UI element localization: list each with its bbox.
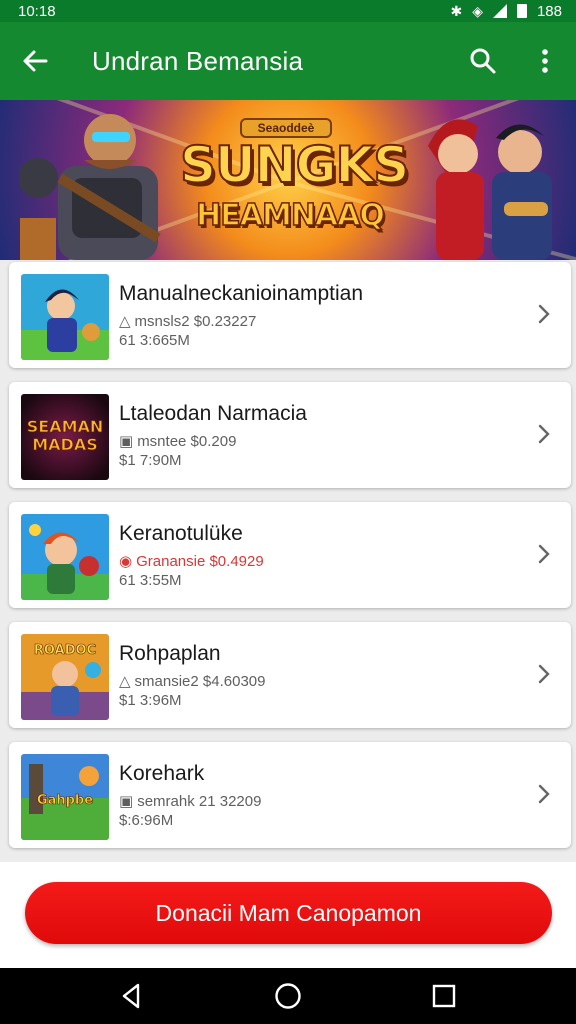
game-art-image — [21, 514, 109, 600]
game-title: Keranotulüke — [119, 522, 243, 545]
tag-icon: △ — [119, 673, 131, 690]
list-item[interactable]: Gahpbe Korehark ▣ semrahk 21 32209 $:6:9… — [9, 742, 571, 848]
game-size: $1 7:90M — [119, 452, 182, 469]
game-thumbnail: ROADOC — [21, 634, 109, 720]
back-arrow-icon — [23, 50, 48, 72]
game-price: Granansie $0.4929 — [136, 552, 264, 570]
game-price: smansie2 $4.60309 — [134, 672, 266, 690]
list-item[interactable]: Manualneckanioinamptian △ msnsls2 $0.232… — [9, 262, 571, 368]
chevron-right-icon — [538, 544, 550, 564]
bluetooth-icon: ✱ — [450, 3, 463, 19]
signal-icon — [492, 4, 507, 18]
footer: Donacii Mam Canopamon — [0, 862, 576, 968]
game-meta: ▣ msntee $0.209 — [119, 432, 237, 451]
game-size: 61 3:665M — [119, 332, 190, 349]
svg-text:ROADOC: ROADOC — [34, 643, 96, 658]
warning-icon: △ — [119, 313, 131, 330]
game-price: msntee $0.209 — [137, 432, 237, 450]
game-price: semrahk 21 32209 — [137, 792, 262, 810]
list-item[interactable]: Keranotulüke ◉ Granansie $0.4929 61 3:55… — [9, 502, 571, 608]
game-thumbnail — [21, 514, 109, 600]
banner-title-line2: HEAMNAAQ — [195, 197, 385, 234]
more-vert-icon — [542, 49, 548, 73]
game-size: $1 3:96M — [119, 692, 182, 709]
game-meta: ◉ Granansie $0.4929 — [119, 552, 264, 571]
game-thumbnail: SEAMAN MADAS — [21, 394, 109, 480]
warrior-character-image — [20, 114, 161, 260]
primary-action-button[interactable]: Donacii Mam Canopamon — [25, 882, 552, 944]
price-tag-icon: ◉ — [119, 553, 133, 570]
system-nav-bar — [0, 968, 576, 1024]
game-price: msnsls2 $0.23227 — [134, 312, 257, 330]
game-art-image: ROADOC — [21, 634, 109, 720]
promo-banner[interactable]: Seaoddeè SUNGKS HEAMNAAQ — [0, 100, 576, 260]
game-art-image — [21, 274, 109, 360]
nav-recents-icon[interactable] — [428, 980, 460, 1012]
lock-icon: ▣ — [119, 433, 134, 450]
game-thumbnail — [21, 274, 109, 360]
battery-level: 188 — [536, 2, 562, 20]
nav-home-icon[interactable] — [272, 980, 304, 1012]
nav-back-icon[interactable] — [116, 980, 148, 1012]
search-button[interactable] — [452, 22, 514, 100]
game-title: Ltaleodan Narmacia — [119, 402, 307, 425]
overflow-menu-button[interactable] — [514, 22, 576, 100]
game-thumbnail: Gahpbe — [21, 754, 109, 840]
game-meta: ▣ semrahk 21 32209 — [119, 792, 262, 811]
app-bar: Undran Bemansia — [0, 22, 576, 100]
banner-title: SUNGKS — [179, 135, 410, 195]
game-title: Korehark — [119, 762, 205, 785]
list-item[interactable]: SEAMAN MADAS Ltaleodan Narmacia ▣ msntee… — [9, 382, 571, 488]
banner-subtitle: Seaoddeè — [240, 118, 332, 138]
nfc-icon: ◈ — [472, 3, 483, 19]
battery-icon — [516, 4, 527, 18]
lock-icon: ▣ — [119, 793, 134, 810]
game-size: 61 3:55M — [119, 572, 182, 589]
search-icon — [470, 48, 496, 74]
back-button[interactable] — [0, 22, 70, 100]
game-title: Manualneckanioinamptian — [119, 282, 363, 305]
game-meta: △ msnsls2 $0.23227 — [119, 312, 257, 331]
heroes-character-image — [428, 119, 552, 260]
status-bar: 10:18 ✱ ◈ 188 — [0, 0, 576, 22]
game-meta: △ smansie2 $4.60309 — [119, 672, 266, 691]
chevron-right-icon — [538, 424, 550, 444]
svg-text:MADAS: MADAS — [32, 435, 98, 454]
chevron-right-icon — [538, 664, 550, 684]
list-item[interactable]: ROADOC Rohpaplan △ smansie2 $4.60309 $1 … — [9, 622, 571, 728]
game-size: $:6:96M — [119, 812, 174, 829]
game-title: Rohpaplan — [119, 642, 221, 665]
game-art-image: SEAMAN MADAS — [21, 394, 109, 480]
chevron-right-icon — [538, 784, 550, 804]
status-time: 10:18 — [18, 2, 56, 20]
page-title: Undran Bemansia — [92, 45, 304, 76]
svg-text:SEAMAN: SEAMAN — [27, 417, 104, 436]
svg-text:Gahpbe: Gahpbe — [37, 793, 93, 808]
game-art-image: Gahpbe — [21, 754, 109, 840]
chevron-right-icon — [538, 304, 550, 324]
